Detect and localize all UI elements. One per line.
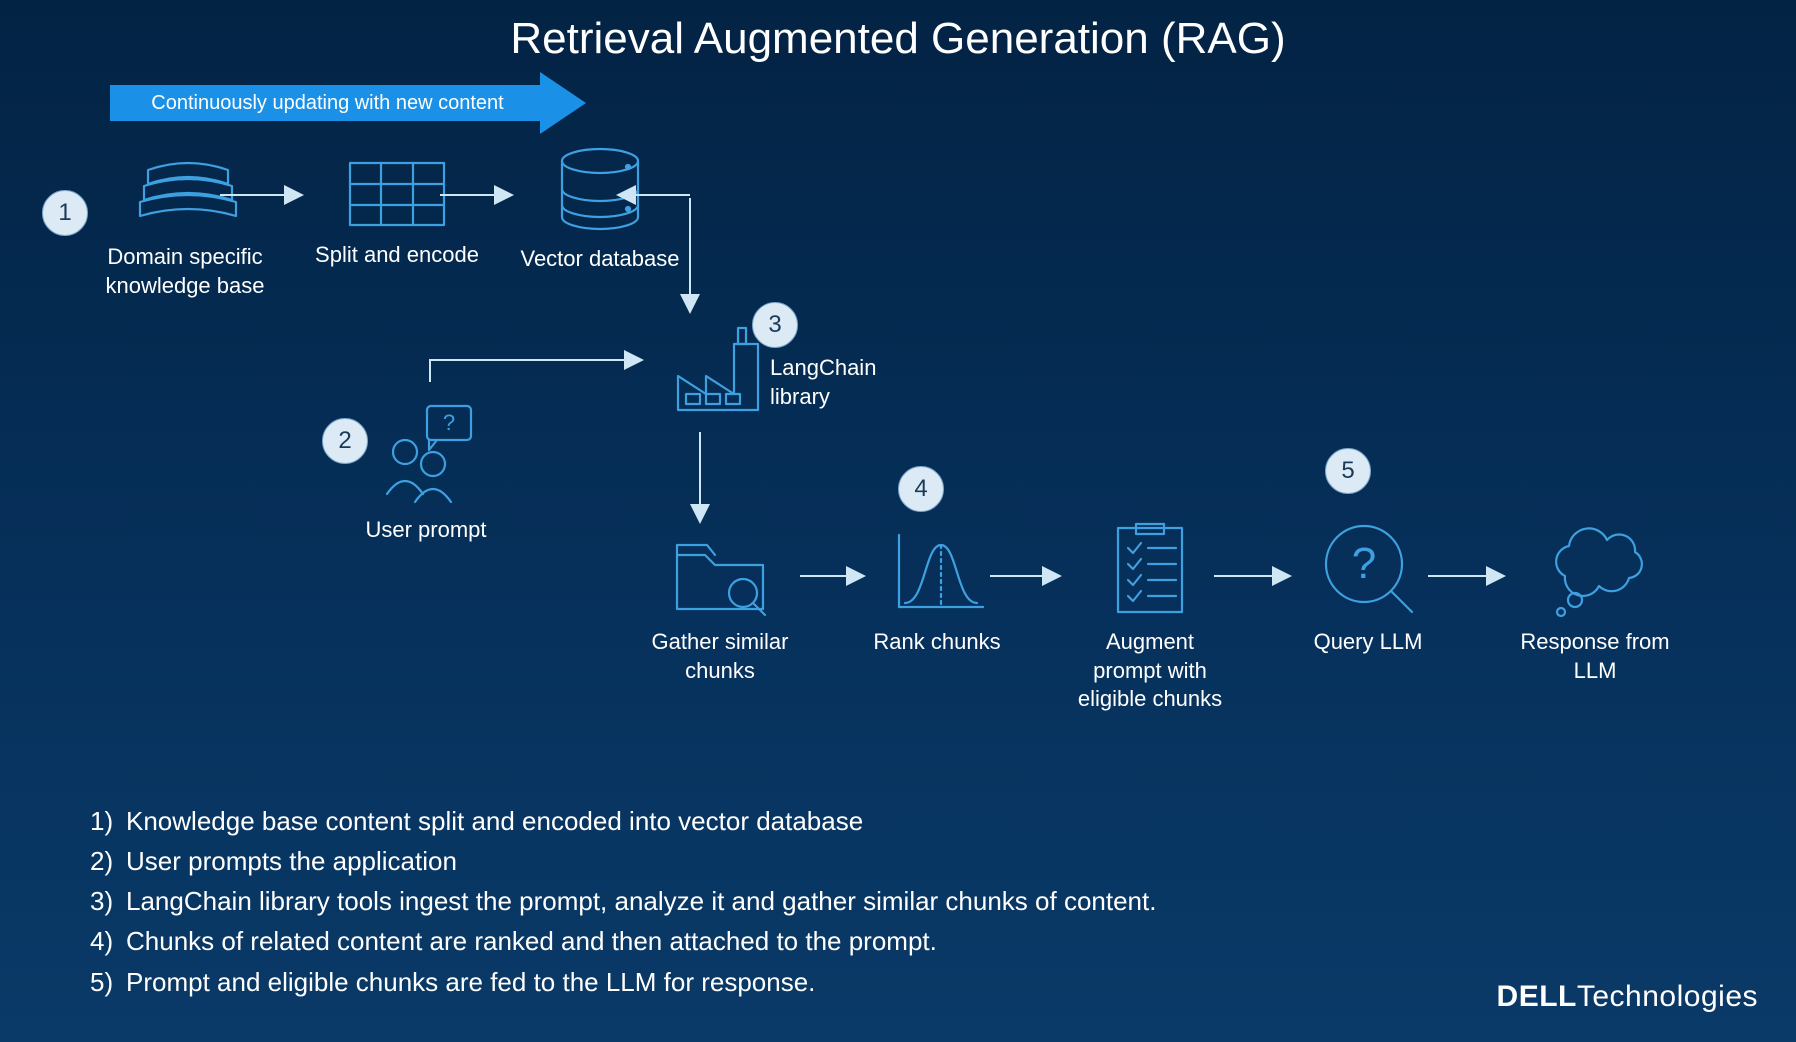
database-icon bbox=[550, 145, 650, 237]
books-icon bbox=[130, 150, 240, 235]
node-label: Domain specific knowledge base bbox=[90, 243, 280, 300]
node-response: Response from LLM bbox=[1500, 520, 1690, 685]
legend-item: 2)User prompts the application bbox=[90, 841, 1156, 881]
bell-curve-icon bbox=[885, 525, 990, 620]
updating-banner: Continuously updating with new content bbox=[110, 85, 545, 121]
legend-item: 1)Knowledge base content split and encod… bbox=[90, 801, 1156, 841]
svg-text:?: ? bbox=[1351, 539, 1375, 588]
node-label: Query LLM bbox=[1288, 628, 1448, 657]
node-label: Response from LLM bbox=[1500, 628, 1690, 685]
step-badge-4: 4 bbox=[898, 466, 944, 512]
node-langchain: LangChain library bbox=[640, 310, 800, 420]
node-user-prompt: ? User prompt bbox=[346, 398, 506, 545]
banner-arrowhead-icon bbox=[540, 72, 586, 134]
page-title: Retrieval Augmented Generation (RAG) bbox=[0, 14, 1796, 64]
node-query-llm: ? Query LLM bbox=[1288, 518, 1448, 657]
checklist-icon bbox=[1100, 518, 1200, 620]
user-question-icon: ? bbox=[371, 398, 481, 508]
node-label: Augment prompt with eligible chunks bbox=[1055, 628, 1245, 714]
node-label: Split and encode bbox=[312, 241, 482, 270]
factory-icon bbox=[660, 310, 780, 420]
node-rank: Rank chunks bbox=[862, 525, 1012, 657]
dell-logo: DELLTechnologies bbox=[1497, 980, 1758, 1014]
logo-suffix: Technologies bbox=[1577, 980, 1758, 1013]
grid-icon bbox=[342, 155, 452, 233]
node-knowledge-base: Domain specific knowledge base bbox=[90, 150, 280, 300]
logo-brand: DELL bbox=[1497, 980, 1577, 1013]
folder-search-icon bbox=[665, 525, 775, 620]
legend-item: 3)LangChain library tools ingest the pro… bbox=[90, 881, 1156, 921]
node-label: Rank chunks bbox=[862, 628, 1012, 657]
node-label: Gather similar chunks bbox=[630, 628, 810, 685]
node-label: User prompt bbox=[346, 516, 506, 545]
node-label: LangChain library bbox=[770, 354, 880, 411]
thought-cloud-icon bbox=[1535, 520, 1655, 620]
node-split-encode: Split and encode bbox=[312, 155, 482, 270]
node-gather: Gather similar chunks bbox=[630, 525, 810, 685]
legend-item: 4)Chunks of related content are ranked a… bbox=[90, 921, 1156, 961]
node-augment: Augment prompt with eligible chunks bbox=[1055, 518, 1245, 714]
legend-item: 5)Prompt and eligible chunks are fed to … bbox=[90, 962, 1156, 1002]
node-vector-db: Vector database bbox=[510, 145, 690, 274]
node-label: Vector database bbox=[510, 245, 690, 274]
step-badge-5: 5 bbox=[1325, 448, 1371, 494]
legend-list: 1)Knowledge base content split and encod… bbox=[90, 801, 1156, 1002]
magnify-question-icon: ? bbox=[1316, 518, 1421, 620]
svg-text:?: ? bbox=[443, 410, 455, 435]
step-badge-1: 1 bbox=[42, 190, 88, 236]
